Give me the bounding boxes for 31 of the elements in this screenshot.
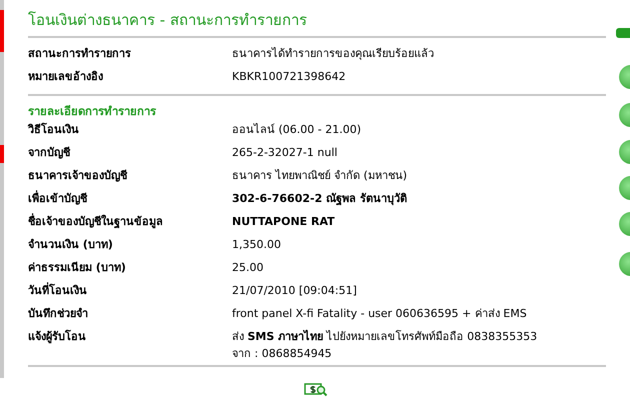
field-value: 265-2-32027-1 null [232,145,338,160]
field-value: ส่ง SMS ภาษาไทย ไปยังหมายเลขโทรศัพท์มือถือ 0838355353 [232,328,538,344]
field-label: สถานะการทำรายการ [28,46,132,62]
field-value: KBKR100721398642 [232,69,346,85]
field-label: วิธีโอนเงิน [28,122,80,138]
field-value: NUTTAPONE RAT [232,214,335,229]
field-value: ออนไลน์ (06.00 - 21.00) [232,122,362,137]
money-search-icon[interactable] [304,381,330,399]
field-label: ธนาคารเจ้าของบัญชี [28,168,128,184]
field-value: 302-6-76602-2 ณัฐพล รัตนาบุวัติ [232,191,407,206]
section-heading: รายละเอียดการทำรายการ [28,103,158,120]
field-value: 25.00 [232,260,264,275]
field-value: front panel X-fi Fatality - user 060636595 + ค่าส่ง EMS [232,306,527,321]
field-label: ค่าธรรมเนียม (บาท) [28,260,127,276]
field-label: บันทึกช่วยจำ [28,306,89,322]
side-marker [0,145,4,163]
field-label: จากบัญชี [28,145,72,161]
field-label: ชื่อเจ้าของบัญชีในฐานข้อมูล [28,212,164,230]
side-marker [0,10,4,52]
side-tab[interactable] [616,28,630,38]
field-value: 1,350.00 [232,237,281,252]
field-label: หมายเลขอ้างอิง [28,69,104,85]
field-label: แจ้งผู้รับโอน [28,328,87,346]
field-value: ธนาคารได้ทำรายการของคุณเรียบร้อยแล้ว [232,46,434,62]
field-label: วันที่โอนเงิน [28,281,88,299]
field-value: 21/07/2010 [09:04:51] [232,283,357,298]
page-title: โอนเงินต่างธนาคาร - สถานะการทำรายการ [28,10,308,31]
field-value: จาก : 0868854945 [232,346,333,361]
field-label: จำนวนเงิน (บาท) [28,237,114,253]
field-label: เพื่อเข้าบัญชี [28,189,88,207]
field-value: ธนาคาร ไทยพาณิชย์ จำกัด (มหาชน) [232,168,408,183]
